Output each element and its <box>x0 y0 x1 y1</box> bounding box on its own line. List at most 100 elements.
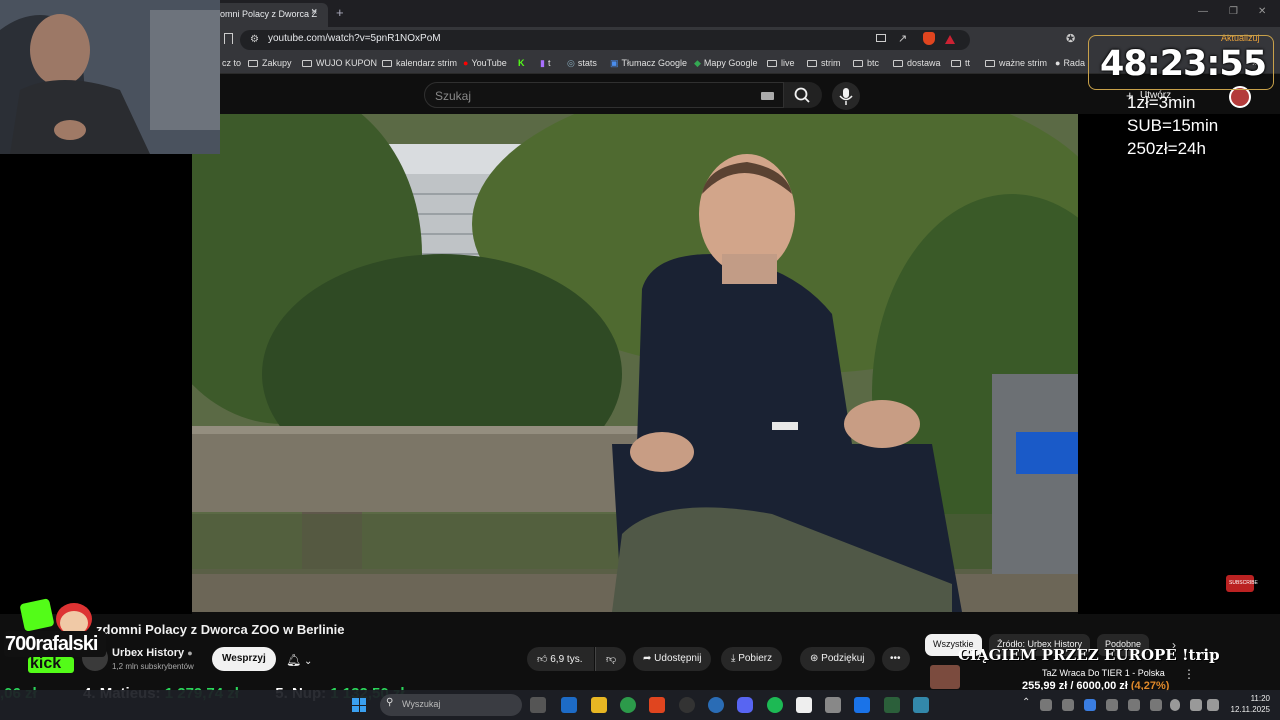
bookmark-item[interactable]: ● YouTube <box>463 58 507 68</box>
game-icon[interactable] <box>796 697 812 713</box>
folder-icon <box>767 60 777 67</box>
player-letterbox-right <box>1078 114 1280 614</box>
bookmark-item[interactable]: cz to <box>222 58 241 68</box>
bookmark-item[interactable]: WUJO KUPON <box>302 58 377 68</box>
tray-icon[interactable] <box>1062 699 1074 711</box>
minimize-icon[interactable]: — <box>1198 6 1208 17</box>
clock-time: 11:20 <box>1250 694 1270 703</box>
obs-icon[interactable] <box>679 697 695 713</box>
chevron-down-icon: ⌄ <box>304 656 313 667</box>
spotify-icon[interactable] <box>767 697 783 713</box>
like-button[interactable]: 👍︎ 6,9 tys. <box>527 647 595 671</box>
search-input[interactable]: Szukaj <box>424 82 784 108</box>
bookmark-icon[interactable] <box>224 33 233 44</box>
bell-icon: 🔔︎ <box>286 653 302 667</box>
tray-chevron-icon[interactable]: ⌃ <box>1022 697 1030 708</box>
video-player[interactable] <box>192 114 1078 612</box>
url-text[interactable]: youtube.com/watch?v=5pnR1NOxPoM <box>268 33 441 44</box>
kick-icon[interactable]: K <box>518 58 525 68</box>
clock-date: 12.11.2025 <box>1230 705 1270 714</box>
search-button[interactable] <box>784 82 822 108</box>
bookmark-item[interactable]: dostawa <box>893 58 941 68</box>
brave-icon[interactable] <box>649 697 665 713</box>
notes-icon[interactable] <box>913 697 929 713</box>
promo-banner: CIĄGIEM PRZEZ EUROPE !trip <box>958 646 1220 664</box>
app-icon[interactable] <box>884 697 900 713</box>
rewards-icon[interactable] <box>945 35 955 44</box>
bookmark-item[interactable]: ◆ Mapy Google <box>694 58 757 69</box>
video-frame <box>192 114 1078 612</box>
tray-icon[interactable] <box>1128 699 1140 711</box>
discord-icon[interactable] <box>737 697 753 713</box>
volume-icon[interactable] <box>1207 699 1219 711</box>
new-tab-button[interactable]: + <box>336 5 344 20</box>
player-letterbox-left <box>0 114 192 614</box>
extensions-icon[interactable]: ✪ <box>1066 32 1075 45</box>
channel-name[interactable]: Urbex History ● <box>112 647 193 659</box>
bookmark-item[interactable]: ważne strim <box>985 58 1047 68</box>
share-arrow-icon: ➦ <box>643 653 652 664</box>
youtube-icon: ● <box>463 58 469 68</box>
bookmark-item[interactable]: strim <box>807 58 841 68</box>
webcam-overlay <box>0 0 220 154</box>
share-icon[interactable]: ↗ <box>898 32 907 45</box>
folder-icon[interactable] <box>591 697 607 713</box>
bookmark-item[interactable]: Zakupy <box>248 58 292 68</box>
thumbs-down-icon: 👎︎ <box>606 654 617 665</box>
rate-line: 250zł=24h <box>1127 139 1206 158</box>
share-button[interactable]: ➦ Udostępnij <box>633 647 712 671</box>
thanks-button[interactable]: ⊛ Podziękuj <box>800 647 875 671</box>
more-actions-icon[interactable]: ••• <box>882 647 910 671</box>
bookmark-item[interactable]: ◎ stats <box>567 58 597 69</box>
download-button[interactable]: ⤓ Pobierz <box>721 647 783 671</box>
tab-title: omni Polacy z Dworca Z <box>220 9 318 19</box>
bookmark-item[interactable]: live <box>767 58 795 68</box>
excel-icon[interactable] <box>854 697 870 713</box>
subathon-timer: 48:23:55 <box>1100 44 1267 84</box>
keyboard-icon[interactable] <box>761 92 774 100</box>
promo-thumbnail <box>930 665 960 689</box>
dislike-button[interactable]: 👎︎ <box>595 647 627 671</box>
site-info-icon[interactable]: ⚙ <box>250 34 259 45</box>
task-view-icon[interactable] <box>530 697 546 713</box>
microphone-icon[interactable] <box>1170 699 1180 711</box>
bookmark-item[interactable]: ● Rada <box>1055 58 1085 68</box>
video-title: zdomni Polacy z Dworca ZOO w Berlinie <box>96 622 345 637</box>
app-icon[interactable] <box>708 697 724 713</box>
tab-close-icon[interactable]: × <box>311 6 317 18</box>
install-icon[interactable] <box>876 34 886 42</box>
bookmark-item[interactable]: btc <box>853 58 879 68</box>
maximize-icon[interactable]: ❐ <box>1229 6 1238 17</box>
bookmark-item[interactable]: ▮ t <box>540 58 550 69</box>
chrome-icon[interactable] <box>620 697 636 713</box>
brave-shield-icon[interactable] <box>923 32 935 45</box>
close-window-icon[interactable]: ✕ <box>1258 6 1266 17</box>
support-button[interactable]: Wesprzyj <box>212 647 276 671</box>
rate-line: SUB=15min <box>1127 116 1219 135</box>
folder-icon <box>807 60 817 67</box>
folder-icon <box>893 60 903 67</box>
notification-bell-button[interactable]: 🔔︎ ⌄ <box>276 647 322 671</box>
start-icon[interactable] <box>352 698 366 712</box>
system-clock[interactable]: 11:20 12.11.2025 <box>1226 693 1270 715</box>
logo-sub-text: kick <box>30 655 62 672</box>
bookmark-item[interactable]: ▣ Tłumacz Google <box>610 58 687 69</box>
folder-icon <box>302 60 312 67</box>
tray-icon[interactable] <box>1150 699 1162 711</box>
search-icon <box>794 87 810 103</box>
taskbar-search[interactable]: Wyszukaj <box>380 694 522 716</box>
voice-search-button[interactable] <box>832 82 860 110</box>
bluetooth-icon[interactable] <box>1084 699 1096 711</box>
bookmark-item[interactable]: kalendarz strim <box>382 58 457 68</box>
network-icon[interactable] <box>1190 699 1202 711</box>
drop-icon: ● <box>1055 58 1061 68</box>
tray-icon[interactable] <box>1040 699 1052 711</box>
bookmark-item[interactable]: tt <box>951 58 970 68</box>
maps-icon: ◆ <box>694 58 701 68</box>
calculator-icon[interactable] <box>825 697 841 713</box>
explorer-icon[interactable] <box>561 697 577 713</box>
subscribe-badge[interactable]: SUBSCRIBE <box>1226 575 1258 592</box>
tray-icon[interactable] <box>1106 699 1118 711</box>
folder-icon <box>853 60 863 67</box>
kebab-menu-icon[interactable]: ⋮ <box>1183 667 1195 681</box>
